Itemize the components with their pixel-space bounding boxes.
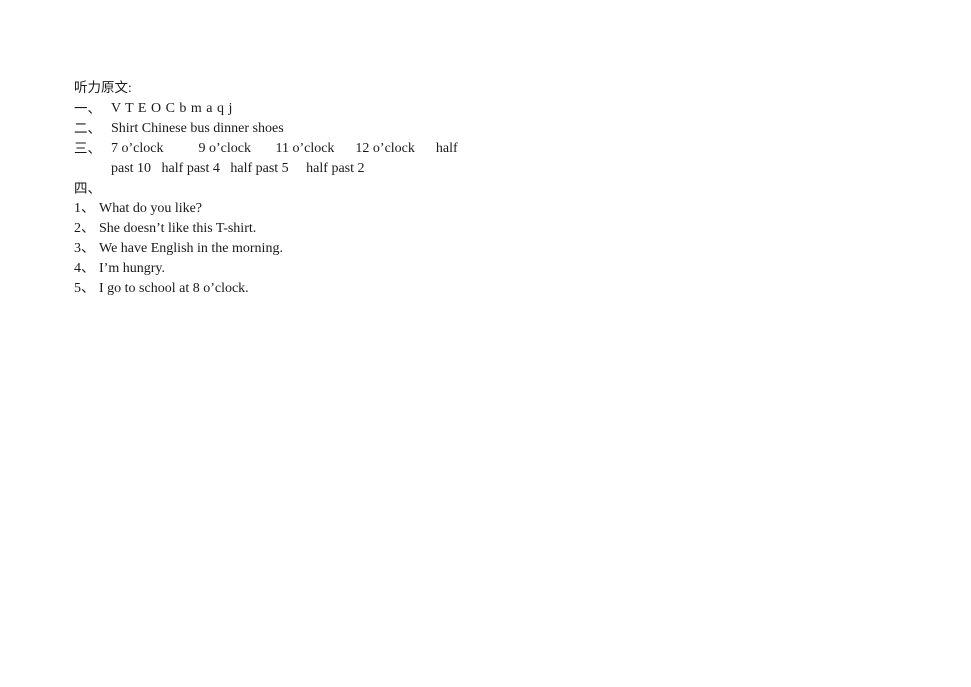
question-item-2: 2、 She doesn’t like this T-shirt. <box>74 219 894 239</box>
question-text: We have English in the morning. <box>99 241 283 256</box>
question-item-4: 4、 I’m hungry. <box>74 259 894 279</box>
section-item-3-continuation: past 10 half past 4 half past 5 half pas… <box>74 159 894 179</box>
section-content: Shirt Chinese bus dinner shoes <box>111 121 284 136</box>
section-item-1: 一、 V T E O C b m a q j <box>74 99 894 119</box>
section-content-continued: past 10 half past 4 half past 5 half pas… <box>111 161 365 176</box>
section-marker: 一、 <box>74 101 101 116</box>
question-item-1: 1、 What do you like? <box>74 199 894 219</box>
question-marker: 3、 <box>74 241 95 256</box>
section-marker: 三、 <box>74 141 101 156</box>
question-marker: 5、 <box>74 281 95 296</box>
question-item-5: 5、 I go to school at 8 o’clock. <box>74 279 894 299</box>
question-text: She doesn’t like this T-shirt. <box>99 221 257 236</box>
section-marker: 四、 <box>74 181 101 196</box>
document-page: 听力原文: 一、 V T E O C b m a q j 二、 Shirt Ch… <box>0 0 971 687</box>
question-item-3: 3、 We have English in the morning. <box>74 239 894 259</box>
section-item-2: 二、 Shirt Chinese bus dinner shoes <box>74 119 894 139</box>
document-body: 听力原文: 一、 V T E O C b m a q j 二、 Shirt Ch… <box>74 78 894 299</box>
section-content: 7 o’clock 9 o’clock 11 o’clock 12 o’cloc… <box>111 141 458 156</box>
question-marker: 1、 <box>74 201 95 216</box>
question-text: What do you like? <box>99 201 203 216</box>
section-item-4: 四、 <box>74 179 894 199</box>
document-heading: 听力原文: <box>74 80 132 95</box>
section-marker: 二、 <box>74 121 101 136</box>
question-marker: 2、 <box>74 221 95 236</box>
section-item-3: 三、 7 o’clock 9 o’clock 11 o’clock 12 o’c… <box>74 139 894 159</box>
question-marker: 4、 <box>74 261 95 276</box>
section-content: V T E O C b m a q j <box>111 101 233 116</box>
question-text: I go to school at 8 o’clock. <box>99 281 249 296</box>
question-text: I’m hungry. <box>99 261 165 276</box>
